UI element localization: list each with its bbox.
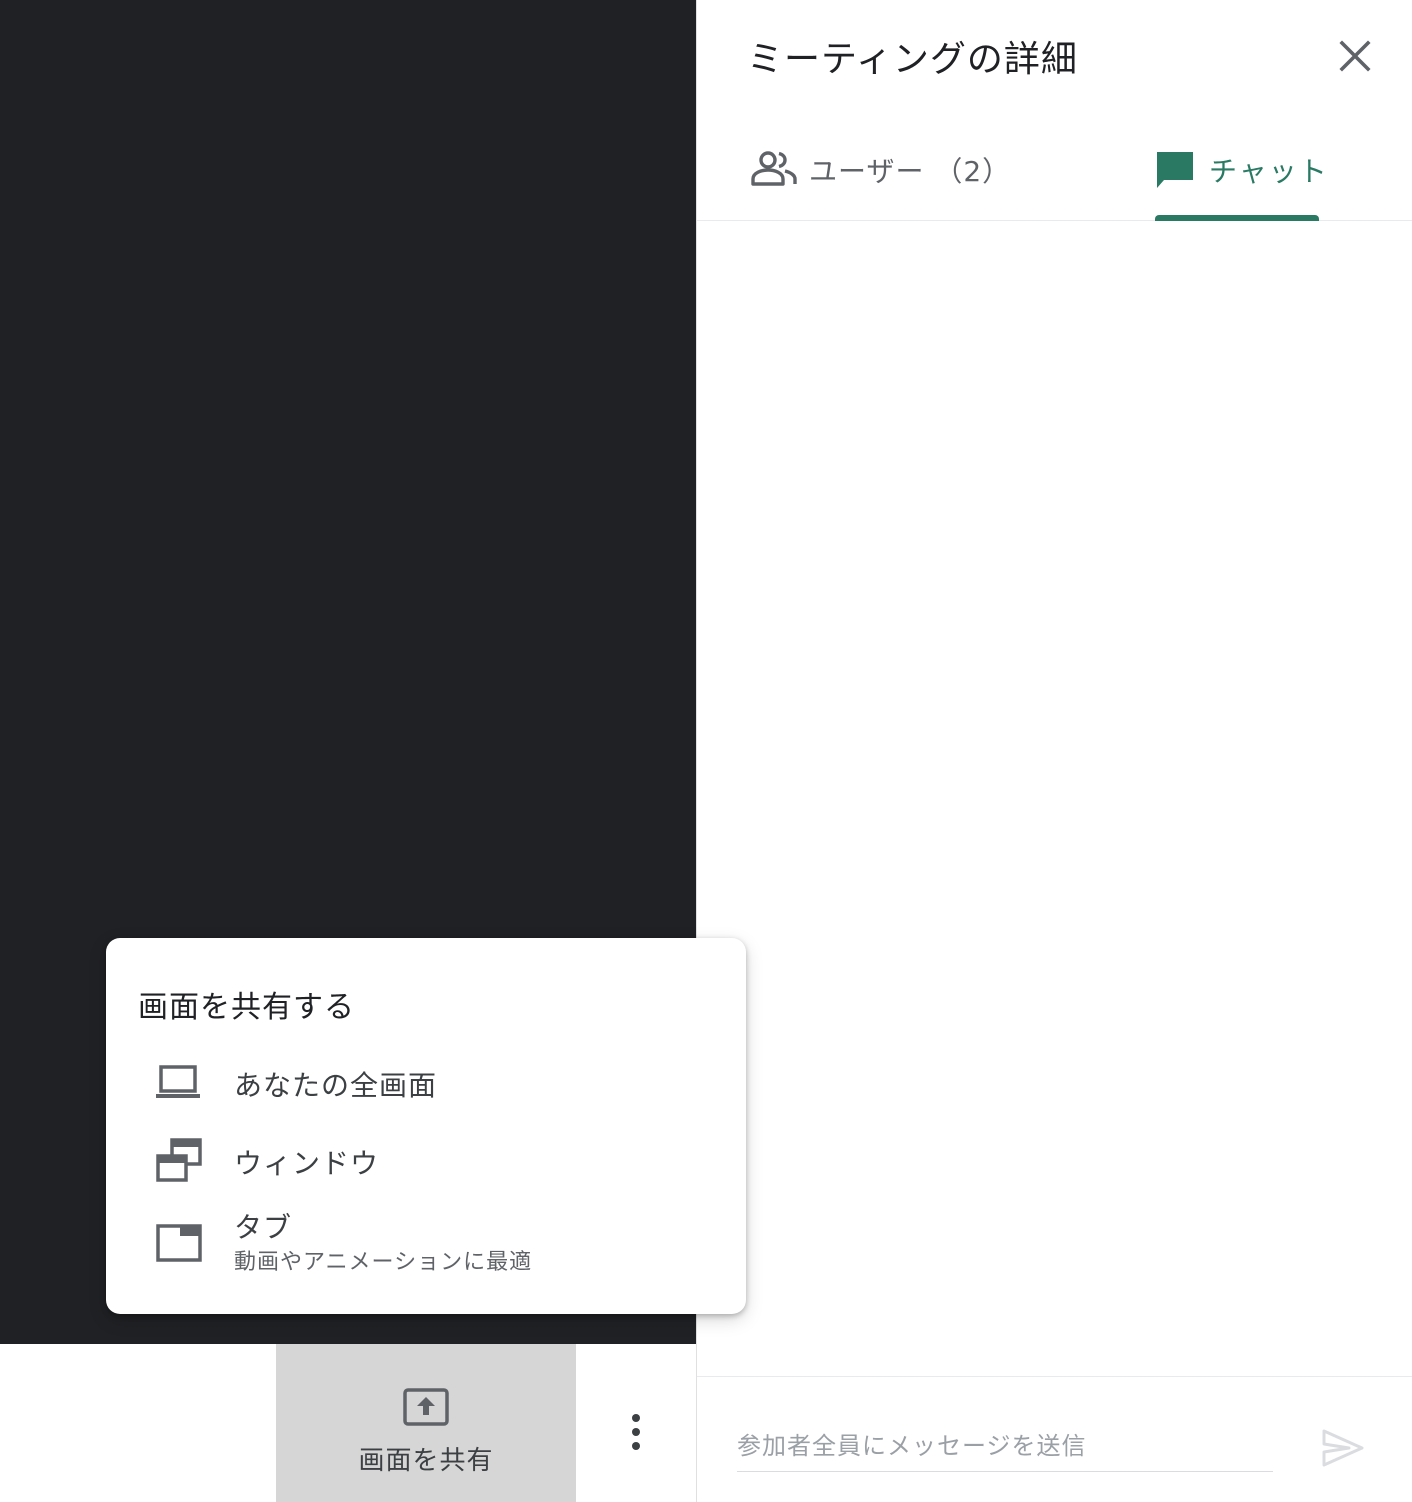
share-option-fullscreen[interactable]: あなたの全画面 bbox=[106, 1042, 746, 1122]
bottom-toolbar: 画面を共有 bbox=[0, 1344, 696, 1502]
panel-title: ミーティングの詳細 bbox=[747, 39, 1078, 80]
more-options-button[interactable] bbox=[612, 1408, 660, 1456]
people-icon bbox=[751, 150, 797, 190]
composer-divider bbox=[697, 1376, 1412, 1377]
close-button[interactable] bbox=[1337, 38, 1373, 74]
popup-title: 画面を共有する bbox=[138, 990, 355, 1025]
window-icon bbox=[156, 1138, 202, 1188]
tab-chat-label: チャット bbox=[1209, 155, 1329, 188]
chat-message-input[interactable] bbox=[737, 1420, 1273, 1472]
tab-chat[interactable]: チャット bbox=[1155, 120, 1327, 221]
send-button[interactable] bbox=[1321, 1428, 1365, 1468]
share-screen-label: 画面を共有 bbox=[358, 1446, 494, 1476]
meet-screen: 画面を共有 ミーティングの詳細 ユーザー （2） チャット 参加者全員にメッセー… bbox=[0, 0, 1412, 1502]
tab-icon bbox=[156, 1224, 202, 1266]
tab-users-label: ユーザー （2） bbox=[809, 155, 1012, 188]
share-option-tab-label: タブ bbox=[234, 1211, 293, 1244]
share-option-tab[interactable]: タブ 動画やアニメーションに最適 bbox=[106, 1202, 746, 1286]
chat-icon bbox=[1155, 150, 1195, 194]
more-vert-icon bbox=[612, 1414, 660, 1460]
share-screen-popup: 画面を共有する あなたの全画面 ウィンドウ タブ 動画やアニメーションに最適 bbox=[106, 938, 746, 1314]
close-icon bbox=[1337, 40, 1373, 78]
laptop-icon bbox=[156, 1064, 200, 1104]
tab-users[interactable]: ユーザー （2） bbox=[751, 120, 1041, 221]
send-icon bbox=[1321, 1429, 1365, 1472]
tab-selected-indicator bbox=[1155, 215, 1319, 221]
panel-tabs: ユーザー （2） チャット bbox=[697, 120, 1412, 221]
meeting-details-panel: ミーティングの詳細 ユーザー （2） チャット 参加者全員にメッセージを送信 bbox=[696, 0, 1412, 1502]
present-to-all-icon bbox=[403, 1388, 449, 1426]
share-option-tab-sublabel: 動画やアニメーションに最適 bbox=[234, 1250, 533, 1275]
share-option-fullscreen-label: あなたの全画面 bbox=[234, 1069, 438, 1102]
share-screen-button[interactable]: 画面を共有 bbox=[276, 1344, 576, 1502]
share-option-window-label: ウィンドウ bbox=[234, 1147, 380, 1180]
share-option-window[interactable]: ウィンドウ bbox=[106, 1122, 746, 1202]
